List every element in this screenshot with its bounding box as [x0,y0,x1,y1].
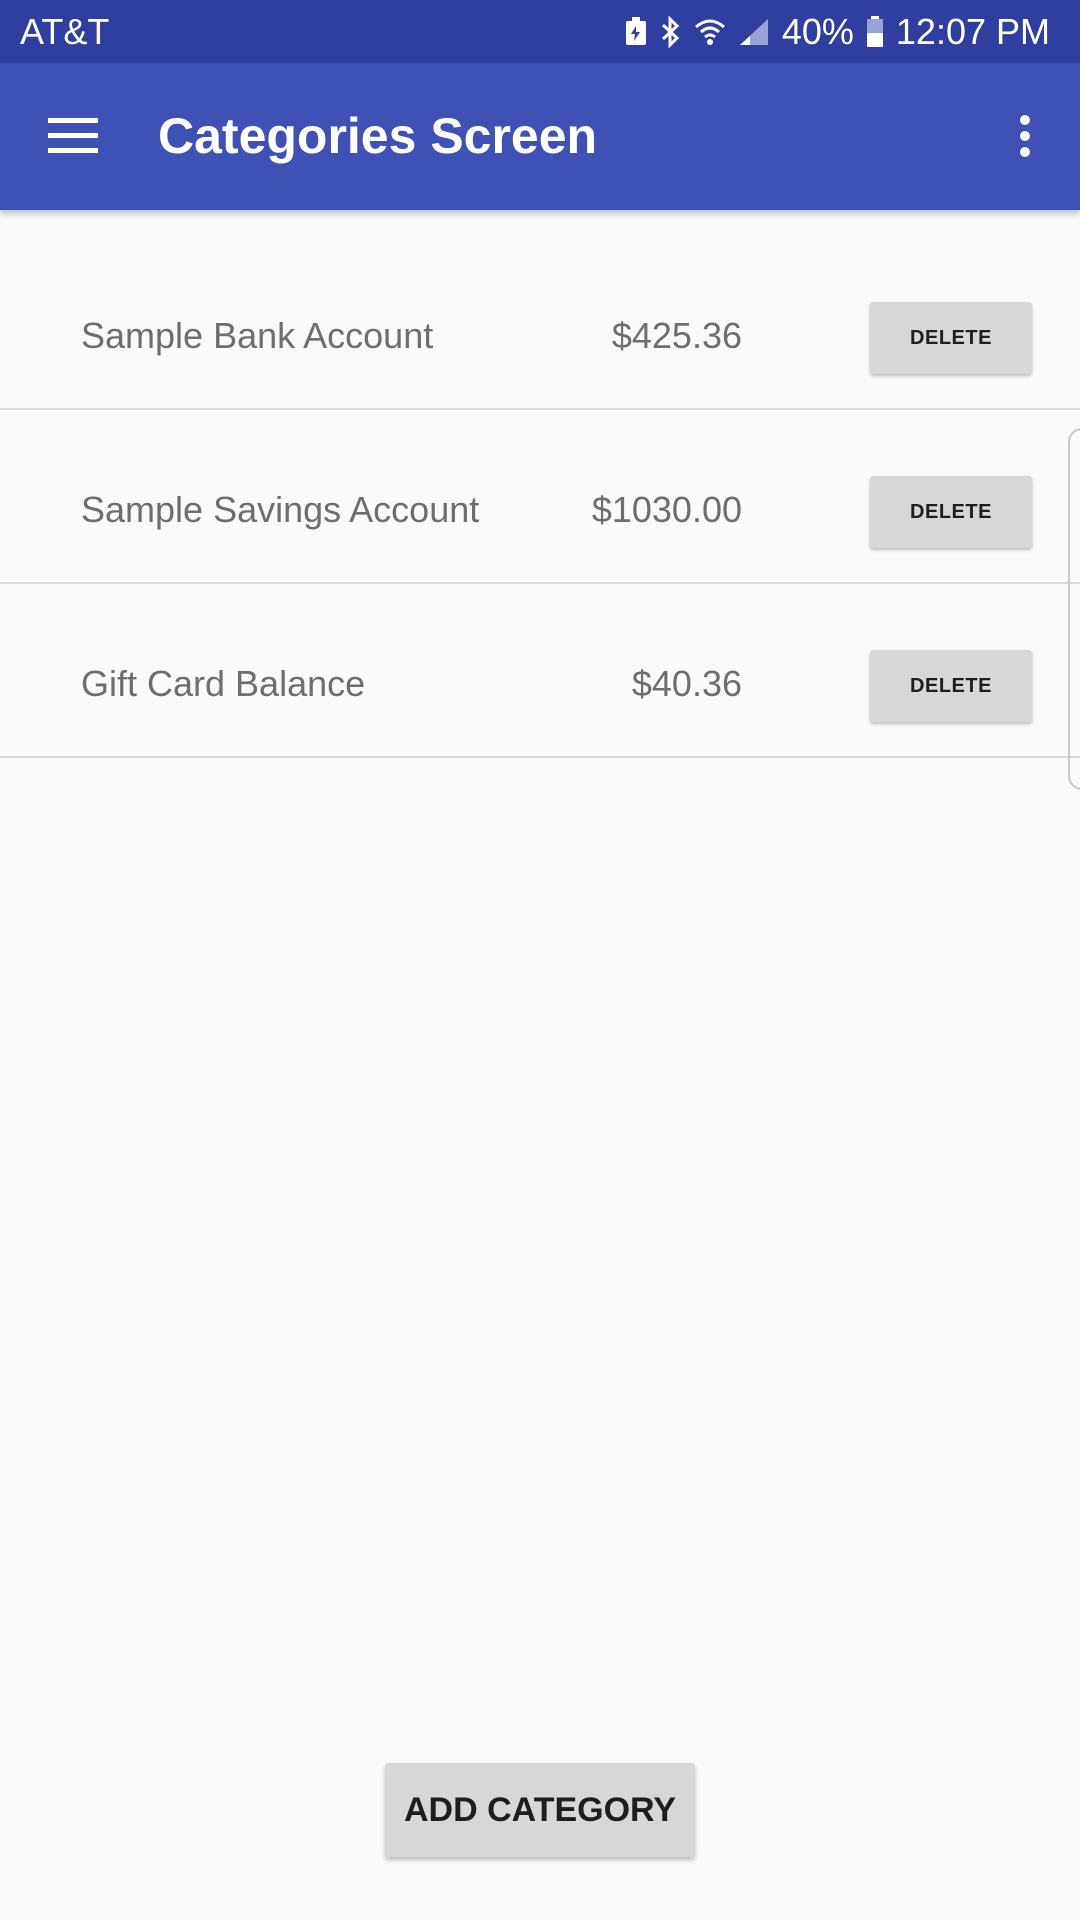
category-list: Sample Bank Account $425.36 DELETE Sampl… [0,236,1080,758]
overflow-menu-button[interactable] [992,105,1058,171]
clock: 12:07 PM [895,10,1050,52]
delete-button[interactable]: DELETE [870,476,1032,548]
wifi-icon [694,17,726,47]
cell-signal-icon [738,17,770,47]
carrier-label: AT&T [20,11,110,52]
battery-saver-icon [624,16,648,47]
more-vert-icon [1019,114,1031,162]
category-name: Sample Savings Account [81,489,480,530]
add-category-button[interactable]: ADD CATEGORY [385,1763,695,1857]
status-icons: 40% 12:07 PM [624,0,1050,63]
list-item: Sample Savings Account $1030.00 DELETE [0,410,1080,584]
battery-icon [866,15,884,48]
category-name: Gift Card Balance [81,663,366,704]
delete-button[interactable]: DELETE [870,650,1032,722]
page-title: Categories Screen [158,108,598,164]
category-amount: $1030.00 [591,489,742,530]
menu-button[interactable] [40,105,106,171]
battery-percent: 40% [781,10,854,52]
status-bar: AT&T 40% 12:07 PM [0,0,1080,63]
app-bar: Categories Screen [0,63,1080,210]
edge-panel-handle[interactable] [1068,428,1080,790]
category-amount: $425.36 [611,315,742,356]
category-amount: $40.36 [631,663,742,704]
bluetooth-icon [660,15,682,48]
list-item: Gift Card Balance $40.36 DELETE [0,584,1080,758]
list-item: Sample Bank Account $425.36 DELETE [0,236,1080,410]
delete-button[interactable]: DELETE [870,302,1032,374]
hamburger-menu-icon [48,117,98,159]
category-name: Sample Bank Account [81,315,434,356]
